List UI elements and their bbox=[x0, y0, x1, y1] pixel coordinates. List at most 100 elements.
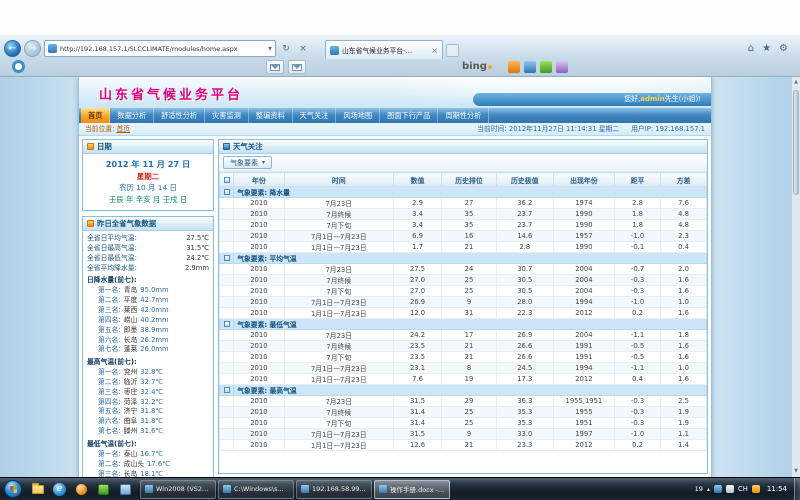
volume-icon[interactable] bbox=[726, 485, 734, 493]
column-header-3[interactable]: 数值 bbox=[393, 173, 441, 187]
nav-item-6[interactable]: 天气关注 bbox=[293, 108, 337, 123]
breadcrumb-home-link[interactable]: 首页 bbox=[116, 125, 130, 133]
table-row[interactable]: 20107月下旬23.52126.61991-0.51.6 bbox=[220, 352, 707, 363]
table-row[interactable]: 20107月下旬31.42535.31951-0.31.9 bbox=[220, 418, 707, 429]
table-row[interactable]: 20107月终候27.02530.52004-0.31.6 bbox=[220, 275, 707, 286]
nav-item-1[interactable]: 首页 bbox=[81, 108, 110, 123]
column-header-6[interactable]: 出现年份 bbox=[553, 173, 614, 187]
weather-panel-body: 全省日平均气温:27.5℃全省日最高气温:31.5℃全省日最低气温:24.2℃全… bbox=[83, 231, 213, 477]
scroll-down-icon[interactable]: ▼ bbox=[792, 467, 800, 476]
clock[interactable]: 11:54 bbox=[764, 485, 790, 493]
new-tab-button[interactable] bbox=[446, 44, 459, 57]
table-row[interactable]: 20107月终候23.52126.61991-0.51.6 bbox=[220, 341, 707, 352]
browser-back-button[interactable]: ← bbox=[4, 40, 21, 57]
nav-item-4[interactable]: 灾害监测 bbox=[205, 108, 249, 123]
nav-item-8[interactable]: 图面下行产品 bbox=[380, 108, 438, 123]
nav-item-5[interactable]: 整编资料 bbox=[249, 108, 293, 123]
table-row[interactable]: 20107月1日—7月23日23.1824.51994-1.11.0 bbox=[220, 363, 707, 374]
refresh-button[interactable]: ↻ bbox=[279, 40, 293, 57]
toolbar-icon-3[interactable] bbox=[540, 61, 552, 73]
column-header-8[interactable]: 方差 bbox=[660, 173, 706, 187]
start-button[interactable] bbox=[4, 480, 22, 498]
table-row[interactable]: 20101月1日—7月23日7.61917.320120.41.6 bbox=[220, 374, 707, 385]
column-header-2[interactable]: 时间 bbox=[284, 173, 393, 187]
taskbar-task-3[interactable]: 192.168.58.99... bbox=[296, 480, 372, 499]
gear-icon[interactable]: ⚙ bbox=[779, 43, 788, 54]
favorites-star-icon[interactable]: ★ bbox=[762, 43, 771, 54]
scroll-up-icon[interactable]: ▲ bbox=[792, 78, 800, 87]
taskbar-folder-button[interactable] bbox=[27, 480, 48, 499]
toolbar-icon-4[interactable] bbox=[556, 61, 568, 73]
stats-list: 全省日平均气温:27.5℃全省日最高气温:31.5℃全省日最低气温:24.2℃全… bbox=[87, 234, 209, 273]
toolbar-icon-2[interactable] bbox=[524, 61, 536, 73]
current-time: 当前时间: 2012年11月27日 11:14:31 星期二 bbox=[477, 123, 619, 135]
notification-badge[interactable]: 19 bbox=[695, 485, 703, 493]
table-row[interactable]: 20101月1日—7月23日1.7212.81990-0.10.4 bbox=[220, 242, 707, 253]
nav-item-9[interactable]: 周期性分析 bbox=[438, 108, 489, 123]
address-bar[interactable]: http://192.168.157.1/SLCCLIMATE/modules/… bbox=[44, 40, 276, 57]
nav-item-7[interactable]: 风场地图 bbox=[336, 108, 380, 123]
table-row[interactable]: 20107月23日27.52430.72004-0.72.0 bbox=[220, 264, 707, 275]
tab-close-icon[interactable]: × bbox=[431, 46, 438, 55]
tray-expand-icon[interactable]: ▴ bbox=[707, 486, 710, 493]
column-header-7[interactable]: 距平 bbox=[615, 173, 661, 187]
station-value: 42.0mm bbox=[140, 306, 168, 316]
table-row[interactable]: 20107月终候31.42535.31955-0.31.9 bbox=[220, 407, 707, 418]
cell: 2010 bbox=[234, 341, 284, 352]
table-row[interactable]: 20101月1日—7月23日12.03122.320120.21.6 bbox=[220, 308, 707, 319]
network-icon[interactable] bbox=[714, 485, 722, 493]
cell: 2010 bbox=[234, 220, 284, 231]
taskbar-task-1[interactable]: Win2008 (VS2... bbox=[140, 480, 216, 499]
table-row[interactable]: 20107月终候3.43523.719901.84.8 bbox=[220, 209, 707, 220]
mail-icon[interactable] bbox=[266, 60, 284, 74]
address-dropdown-icon[interactable]: ▾ bbox=[268, 44, 272, 53]
table-section-row[interactable]: 气象要素: 平均气温 bbox=[220, 253, 707, 264]
show-desktop-button[interactable] bbox=[794, 478, 800, 500]
cell: 2010 bbox=[234, 352, 284, 363]
cell: 2.0 bbox=[660, 264, 706, 275]
cell: 1997 bbox=[553, 429, 614, 440]
table-row[interactable]: 20107月1日—7月23日31.5933.01997-1.01.1 bbox=[220, 429, 707, 440]
table-row[interactable]: 20101月1日—7月23日12.62123.320120.21.4 bbox=[220, 440, 707, 451]
table-row[interactable]: 20107月1日—7月23日26.9928.01994-1.01.0 bbox=[220, 297, 707, 308]
column-header-1[interactable]: 年份 bbox=[234, 173, 284, 187]
browser-forward-button[interactable]: → bbox=[24, 40, 41, 57]
mail-send-icon[interactable] bbox=[288, 60, 306, 74]
scrollbar-thumb[interactable] bbox=[793, 90, 799, 195]
nav-item-2[interactable]: 数据分析 bbox=[110, 108, 154, 123]
table-row[interactable]: 20107月1日—7月23日6.91614.61957-1.02.3 bbox=[220, 231, 707, 242]
language-indicator[interactable]: CH bbox=[738, 485, 748, 493]
tray-app-icon[interactable] bbox=[752, 485, 760, 493]
table-row[interactable]: 20107月23日2.92736.219742.87.6 bbox=[220, 198, 707, 209]
cell: 3.4 bbox=[393, 209, 441, 220]
taskbar-app3-button[interactable] bbox=[115, 480, 136, 499]
rank-row: 第二名:平度42.7mm bbox=[87, 296, 209, 306]
weekday: 星期二 bbox=[85, 171, 211, 182]
table-row[interactable]: 20107月23日31.52936.31955,1951-0.32.5 bbox=[220, 396, 707, 407]
taskbar-task-4[interactable]: 操作手册.docx -... bbox=[374, 480, 450, 499]
stop-button[interactable]: × bbox=[296, 40, 310, 57]
table-section-row[interactable]: 气象要素: 最低气温 bbox=[220, 319, 707, 330]
taskbar-app1-button[interactable] bbox=[71, 480, 92, 499]
station-name: 泰山 bbox=[124, 450, 138, 460]
bing-logo[interactable]: bing bbox=[462, 61, 492, 72]
vertical-scrollbar[interactable]: ▲ ▼ bbox=[791, 77, 800, 477]
browser-tab[interactable]: 山东省气候业务平台-... × bbox=[325, 40, 443, 59]
table-section-row[interactable]: 气象要素: 最高气温 bbox=[220, 385, 707, 396]
toolbar-icon-1[interactable] bbox=[508, 61, 520, 73]
table-row[interactable]: 20107月23日24.21726.92004-1.11.8 bbox=[220, 330, 707, 341]
table-row[interactable]: 20107月下旬3.43523.719901.84.8 bbox=[220, 220, 707, 231]
table-section-row[interactable]: 气象要素: 降水量 bbox=[220, 187, 707, 198]
nav-item-3[interactable]: 舒适性分析 bbox=[154, 108, 205, 123]
station-name: 长岛 bbox=[124, 470, 138, 477]
toolbar-logo-icon[interactable] bbox=[12, 60, 25, 73]
column-header-5[interactable]: 历史极值 bbox=[496, 173, 553, 187]
taskbar-ie-button[interactable]: e bbox=[49, 480, 70, 499]
column-header-4[interactable]: 历史排位 bbox=[442, 173, 497, 187]
url-text[interactable]: http://192.168.157.1/SLCCLIMATE/modules/… bbox=[60, 45, 265, 53]
element-filter-button[interactable]: 气象要素 ▾ bbox=[223, 156, 272, 169]
table-row[interactable]: 20107月下旬27.02530.52004-0.31.6 bbox=[220, 286, 707, 297]
taskbar-task-2[interactable]: C:\Windows\s... bbox=[218, 480, 294, 499]
taskbar-app2-button[interactable] bbox=[93, 480, 114, 499]
home-icon[interactable]: ⌂ bbox=[748, 43, 754, 54]
